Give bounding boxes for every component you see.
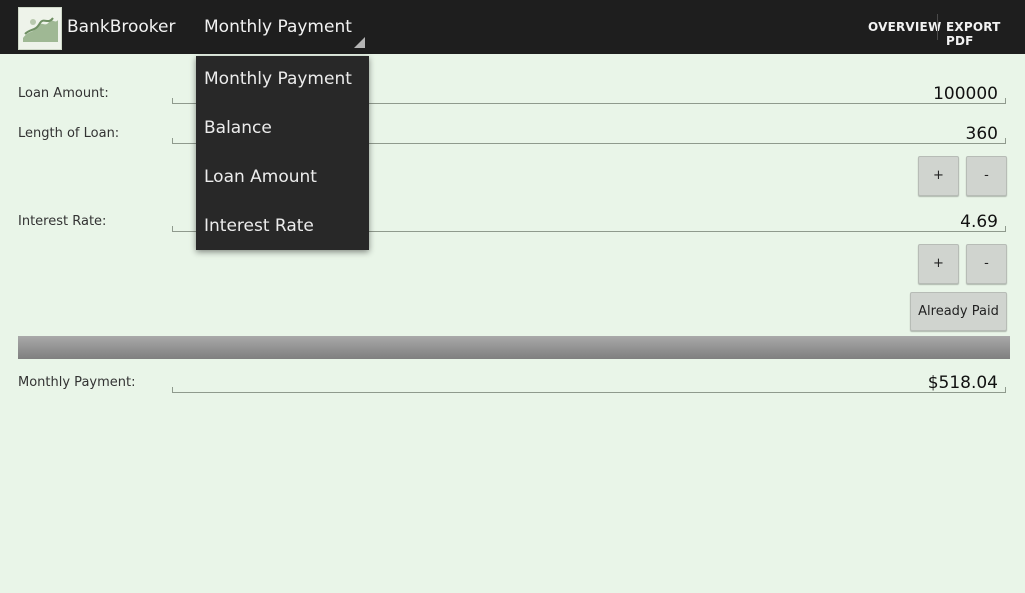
dropdown-item-label: Interest Rate [204,216,314,236]
rate-decrease-button[interactable]: - [966,244,1007,284]
section-separator [18,336,1010,359]
dropdown-item-balance[interactable]: Balance [196,105,369,154]
dropdown-item-loan-amount[interactable]: Loan Amount [196,154,369,203]
export-pdf-button[interactable]: EXPORT PDF [946,20,1025,48]
navigation-spinner[interactable]: Monthly Payment [196,0,368,54]
monthly-payment-value: $518.04 [927,373,998,393]
app-title: BankBrooker [67,17,176,37]
action-divider [937,14,938,40]
navigation-dropdown: Monthly Payment Balance Loan Amount Inte… [196,56,369,250]
dropdown-item-monthly-payment[interactable]: Monthly Payment [196,56,369,105]
dropdown-item-interest-rate[interactable]: Interest Rate [196,203,369,252]
length-increase-button[interactable]: + [918,156,959,196]
spinner-corner-icon [354,37,365,48]
interest-rate-label: Interest Rate: [18,214,107,229]
overview-button[interactable]: OVERVIEW [868,20,941,34]
navigation-spinner-label: Monthly Payment [204,17,352,37]
dropdown-item-label: Monthly Payment [204,69,352,89]
app-logo-icon[interactable] [18,7,62,50]
monthly-payment-label: Monthly Payment: [18,375,136,390]
loan-amount-label: Loan Amount: [18,86,109,101]
length-decrease-button[interactable]: - [966,156,1007,196]
dropdown-item-label: Loan Amount [204,167,317,187]
loan-amount-value: 100000 [933,84,998,104]
length-of-loan-label: Length of Loan: [18,126,120,141]
action-bar: BankBrooker Monthly Payment OVERVIEW EXP… [0,0,1025,54]
interest-rate-value: 4.69 [960,212,998,232]
dropdown-item-label: Balance [204,118,272,138]
already-paid-button[interactable]: Already Paid [910,292,1007,331]
rate-increase-button[interactable]: + [918,244,959,284]
monthly-payment-field: $518.04 [172,372,1006,393]
length-of-loan-value: 360 [965,124,998,144]
